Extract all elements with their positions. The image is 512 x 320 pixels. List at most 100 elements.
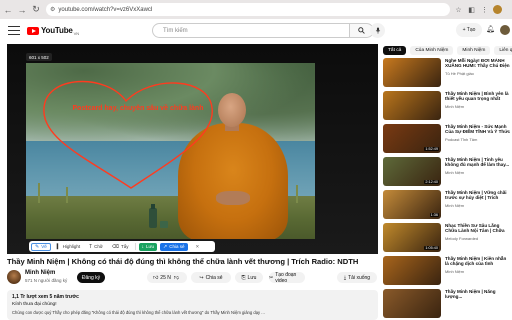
share-icon: ↗ xyxy=(163,243,168,250)
toolbar-divider xyxy=(134,243,136,250)
profile-avatar[interactable] xyxy=(493,5,502,14)
highlight-tool-button[interactable]: ▍ Highlight xyxy=(54,243,83,251)
clip-label: Tạo đoạn video xyxy=(275,271,297,284)
capture-size-badge: 601 x 502 xyxy=(26,53,52,61)
video-channel[interactable]: Minh Niệm xyxy=(445,104,464,109)
heart-annotation-stroke[interactable] xyxy=(26,63,315,239)
draw-label: Vẽ xyxy=(41,244,47,249)
text-tool-button[interactable]: T Chữ xyxy=(86,243,106,251)
video-channel[interactable]: Minh Niệm xyxy=(445,170,464,175)
video-thumbnail[interactable]: 2:12:40 xyxy=(383,157,441,186)
site-info-icon[interactable]: ⚙ xyxy=(50,6,55,13)
recommended-video[interactable]: 2:12:40 Thầy Minh Niệm | Tinh yêu không đ… xyxy=(383,157,512,186)
video-duration: 2:12:40 xyxy=(424,180,439,184)
video-thumbnail[interactable]: 1:36 xyxy=(383,190,441,219)
video-channel[interactable]: Tủ Hè Phật giáo xyxy=(445,71,474,76)
video-thumbnail[interactable]: 1:05:40 xyxy=(383,223,441,252)
like-button[interactable]: 👍︎ 25 N 👎︎ xyxy=(147,272,187,283)
video-thumbnail[interactable]: 1:52:49 xyxy=(383,124,441,153)
description-box[interactable]: 1,1 Tr lượt xem 5 năm trước Kính thưa đạ… xyxy=(7,290,378,320)
recommended-list: Nghe Mỗi Ngày! ĐƠI MẢNH XUÂNG HUMI: Thầy… xyxy=(383,58,512,320)
video-thumbnail[interactable] xyxy=(383,256,441,285)
notifications-icon[interactable]: 🔔︎ xyxy=(486,25,495,33)
chip-minh-niem[interactable]: Minh Niệm xyxy=(457,45,491,55)
video-channel[interactable]: Podcast Tỉnh Tâm xyxy=(445,137,477,142)
download-icon: ↓ xyxy=(141,243,145,250)
save-label: Lưu xyxy=(146,244,155,249)
video-channel[interactable]: Minh Niệm xyxy=(445,203,464,208)
download-label: Tải xuống xyxy=(348,274,371,281)
video-title[interactable]: Thầy Minh Niệm | Vững chãi trước sự hủy … xyxy=(445,190,511,201)
voice-search-button[interactable] xyxy=(370,23,385,38)
draw-tool-button[interactable]: ✎ Vẽ xyxy=(31,242,51,251)
channel-avatar[interactable] xyxy=(7,270,21,284)
bookmark-icon: ⎘ xyxy=(241,274,246,281)
view-count-date: 1,1 Tr lượt xem 5 năm trước xyxy=(12,294,79,300)
recommended-video[interactable]: 1:36 Thầy Minh Niệm | Vững chãi trước sự … xyxy=(383,190,512,219)
extension-icon[interactable]: ◧ xyxy=(467,5,476,14)
video-title[interactable]: Thầy Minh Niệm | Tinh yêu không đủ mạnh … xyxy=(445,157,511,168)
recommended-video[interactable]: 1:52:49 Thầy Minh Niệm - Sức Mạnh Của Sự … xyxy=(383,124,512,153)
share-label: Chia sẻ xyxy=(169,244,185,249)
clip-button[interactable]: ✂ Tạo đoạn video xyxy=(269,271,305,284)
save-video-button[interactable]: ⎘ Lưu xyxy=(235,272,263,283)
share-button[interactable]: ↗ Chia sẻ xyxy=(160,242,188,251)
annotation-text[interactable]: Postcard hay, chuyên sâu về chữa lành xyxy=(53,105,223,112)
browser-toolbar: ← → ↻ ⚙ youtube.com/watch?v=vz6VxXawcI ☆… xyxy=(0,0,512,19)
address-bar[interactable]: ⚙ youtube.com/watch?v=vz6VxXawcI xyxy=(46,3,450,16)
video-title[interactable]: Thầy Minh Niệm | Năng lượng... xyxy=(445,289,511,300)
user-avatar[interactable] xyxy=(500,25,510,35)
scissors-icon: ✂ xyxy=(269,274,274,281)
recommended-video[interactable]: Nghe Mỗi Ngày! ĐƠI MẢNH XUÂNG HUMI: Thầy… xyxy=(383,58,512,87)
youtube-play-icon xyxy=(27,26,39,35)
video-title[interactable]: Thầy Minh Niệm | Bình yên là thiết yếu q… xyxy=(445,91,511,102)
save-video-label: Lưu xyxy=(247,274,257,281)
screen: ← → ↻ ⚙ youtube.com/watch?v=vz6VxXawcI ☆… xyxy=(0,0,512,320)
search-icon xyxy=(358,27,365,34)
video-title[interactable]: Thầy Minh Niệm - Sức Mạnh Của Sự ĐIỂM TĨ… xyxy=(445,124,511,135)
pencil-icon: ✎ xyxy=(35,243,40,250)
video-channel[interactable]: Minh Niệm xyxy=(445,269,464,274)
download-button[interactable]: ⤓ Tải xuống xyxy=(337,272,377,283)
subscribe-button[interactable]: Đăng ký xyxy=(77,272,105,283)
recommended-video[interactable]: Thầy Minh Niệm | Bình yên là thiết yếu q… xyxy=(383,91,512,120)
video-duration: 1:36 xyxy=(429,213,439,217)
create-button[interactable]: + Tạo xyxy=(456,23,482,37)
recommended-video[interactable]: 1:05:40 Nhạc Thiền Sư Sâu Lắng Chữa Lành … xyxy=(383,223,512,252)
video-channel[interactable]: Melody Forwarded xyxy=(445,236,478,241)
video-duration: 1:52:49 xyxy=(424,147,439,151)
reload-icon[interactable]: ↻ xyxy=(30,4,42,16)
video-title[interactable]: Thầy Minh Niệm | Kiên nhẫn là chặng dịch… xyxy=(445,256,511,267)
channel-name[interactable]: Minh Niệm xyxy=(25,270,55,276)
search-input[interactable]: Tìm kiếm xyxy=(152,23,350,38)
eraser-icon: ⌫ xyxy=(111,243,119,250)
logo-region: VN xyxy=(73,30,80,36)
channel-row: Minh Niệm 571 N người đăng ký Đăng ký 👍︎… xyxy=(7,270,378,286)
youtube-header: YouTube VN Tìm kiếm + Tạo 🔔︎ xyxy=(0,19,512,42)
video-title[interactable]: Nhạc Thiền Sư Sâu Lắng Chữa Lành Nội Tâm… xyxy=(445,223,511,234)
recommended-video[interactable]: Thầy Minh Niệm | Năng lượng... xyxy=(383,289,512,318)
chip-all[interactable]: Tất cả xyxy=(383,45,407,55)
video-player[interactable]: 601 x 502 Postcard hay, chuyên sâu về ch… xyxy=(7,44,378,254)
share-video-label: Chia sẻ xyxy=(205,274,223,281)
chip-channel[interactable]: Của Minh Niệm xyxy=(410,45,454,55)
close-icon[interactable]: ✕ xyxy=(193,243,203,251)
thumbs-down-icon[interactable]: 👎︎ xyxy=(174,275,179,281)
back-icon[interactable]: ← xyxy=(2,4,14,16)
description-line: Chúng con được quý Thầy cho phép đăng "K… xyxy=(12,310,265,315)
eraser-tool-button[interactable]: ⌫ Tẩy xyxy=(109,243,132,251)
hamburger-menu-icon[interactable] xyxy=(8,25,20,36)
video-thumbnail[interactable] xyxy=(383,91,441,120)
youtube-logo[interactable]: YouTube VN xyxy=(27,26,79,36)
menu-dots-icon[interactable]: ⋮ xyxy=(480,5,489,14)
forward-icon[interactable]: → xyxy=(16,4,28,16)
save-button[interactable]: ↓ Lưu xyxy=(138,242,158,251)
video-title[interactable]: Nghe Mỗi Ngày! ĐƠI MẢNH XUÂNG HUMI: Thầy… xyxy=(445,58,511,69)
recommended-video[interactable]: Thầy Minh Niệm | Kiên nhẫn là chặng dịch… xyxy=(383,256,512,285)
share-video-button[interactable]: ↪ Chia sẻ xyxy=(191,272,231,283)
star-icon[interactable]: ☆ xyxy=(454,5,463,14)
video-thumbnail[interactable] xyxy=(383,289,441,318)
chip-related[interactable]: Liên q xyxy=(494,45,512,55)
video-thumbnail[interactable] xyxy=(383,58,441,87)
description-line: Kính thưa đại chúng! xyxy=(12,302,57,307)
